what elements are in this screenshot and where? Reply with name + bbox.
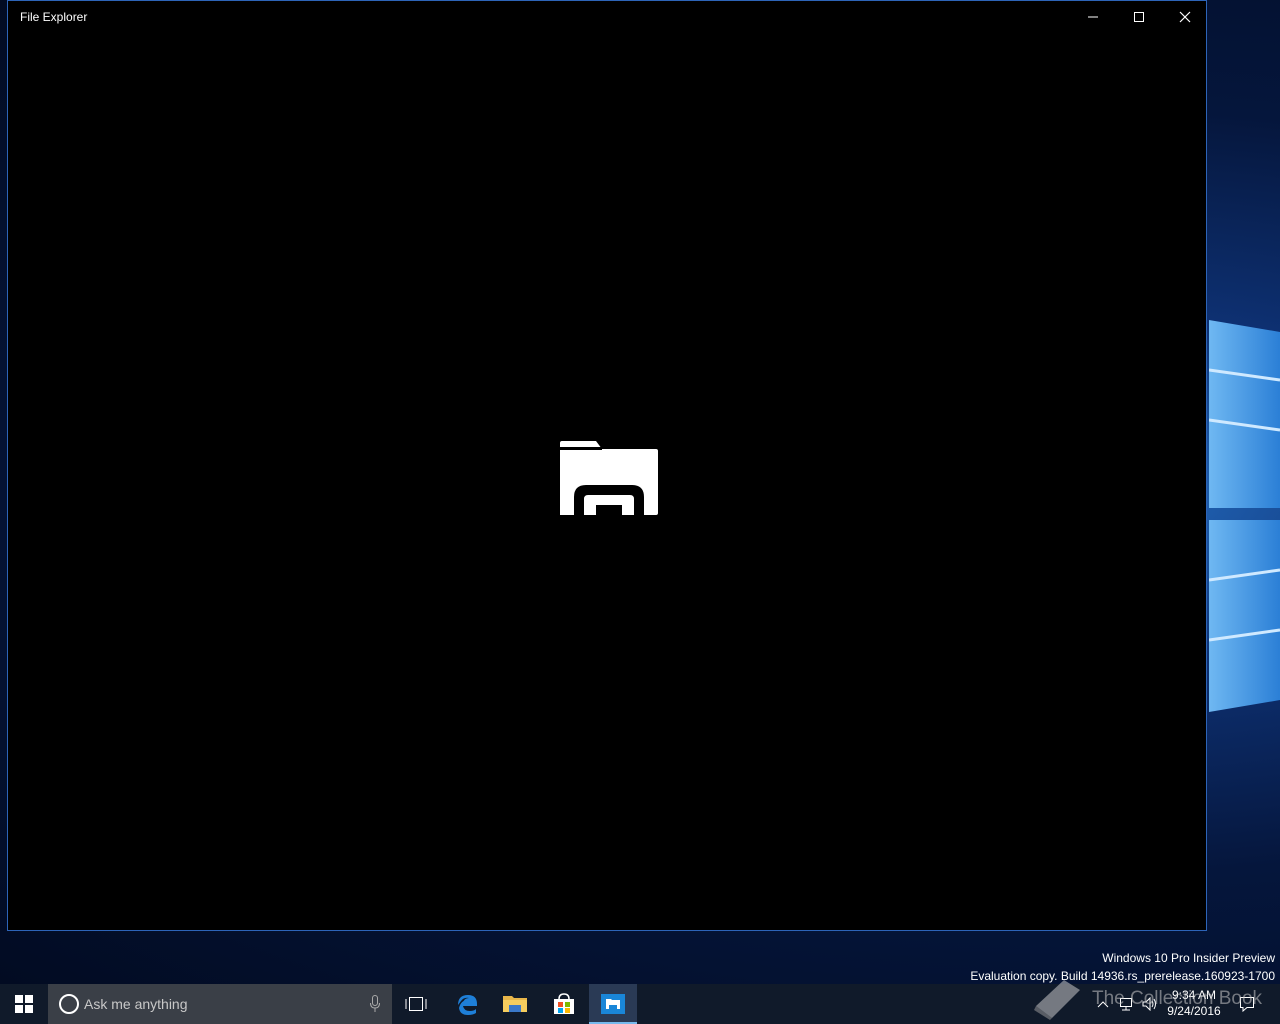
windows-start-icon [15,995,33,1013]
folder-icon [503,996,527,1012]
file-explorer-app-icon [601,994,625,1014]
brand-watermark: The Collection Book [1030,976,1262,1022]
close-button[interactable] [1162,1,1208,33]
task-view-icon [405,997,427,1011]
taskbar-app-edge[interactable] [443,984,491,1024]
search-placeholder: Ask me anything [84,996,188,1012]
start-button[interactable] [0,984,48,1024]
task-view-button[interactable] [392,984,440,1024]
taskbar-app-file-explorer-running[interactable] [589,984,637,1024]
maximize-button[interactable] [1116,1,1162,33]
microphone-icon[interactable] [370,995,380,1013]
taskbar-app-store[interactable] [540,984,588,1024]
window-titlebar[interactable]: File Explorer [8,1,1206,33]
minimize-button[interactable] [1070,1,1116,33]
cortana-icon [59,994,79,1014]
edge-icon [458,995,477,1015]
brand-watermark-text: The Collection Book [1092,988,1263,1009]
cortana-search-box[interactable]: Ask me anything [48,984,392,1024]
window-title: File Explorer [20,10,88,24]
maximize-icon [1134,12,1144,22]
close-icon [1179,11,1191,23]
taskbar-app-file-explorer[interactable] [491,984,539,1024]
build-watermark-edition: Windows 10 Pro Insider Preview [1102,951,1275,965]
store-icon [554,993,574,1014]
book-icon [1034,980,1080,1020]
file-explorer-window[interactable]: File Explorer [7,0,1207,931]
file-explorer-icon [560,441,658,528]
minimize-icon [1088,16,1098,18]
windows-logo-wallpaper [1209,280,1280,740]
